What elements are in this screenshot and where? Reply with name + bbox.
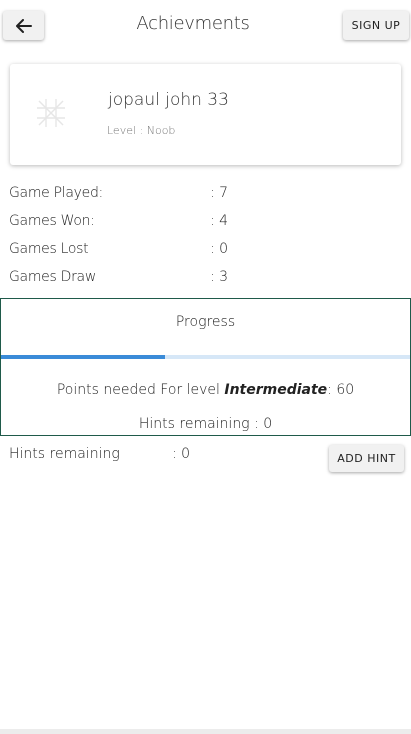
sign-up-button[interactable]: SIGN UP: [343, 11, 409, 40]
profile-card: jopaul john 33 Level : Noob: [10, 64, 401, 165]
next-level-name: Intermediate: [224, 382, 328, 398]
progress-title: Progress: [175, 314, 236, 330]
points-prefix: Points needed For level: [56, 382, 225, 398]
progress-bar-fill: [1, 355, 165, 359]
stat-label-played: Game Played:: [9, 185, 103, 201]
stat-label-lost: Games Lost: [9, 241, 89, 257]
progress-hints-text: Hints remaining : 0: [138, 416, 273, 432]
player-level: Level : Noob: [107, 124, 176, 137]
progress-panel: Progress Points needed For level Interme…: [0, 298, 411, 436]
progress-bar: [1, 355, 410, 359]
stat-label-draw: Games Draw: [9, 269, 96, 285]
player-name: jopaul john 33: [108, 90, 229, 110]
page-title: Achievments: [136, 13, 250, 34]
hints-remaining-label: Hints remaining: [9, 446, 120, 462]
stat-value-won: : 4: [210, 213, 229, 229]
add-hint-button[interactable]: ADD HINT: [329, 445, 404, 472]
tic-tac-toe-icon: [37, 99, 65, 127]
stat-label-won: Games Won:: [9, 213, 95, 229]
stat-value-played: : 7: [210, 185, 229, 201]
points-needed-text: Points needed For level Intermediate: 60: [1, 382, 410, 398]
hints-remaining-value: : 0: [172, 446, 191, 462]
stat-value-draw: : 3: [210, 269, 229, 285]
bottom-divider: [0, 729, 411, 734]
points-value: : 60: [327, 382, 355, 398]
stat-value-lost: : 0: [210, 241, 229, 257]
